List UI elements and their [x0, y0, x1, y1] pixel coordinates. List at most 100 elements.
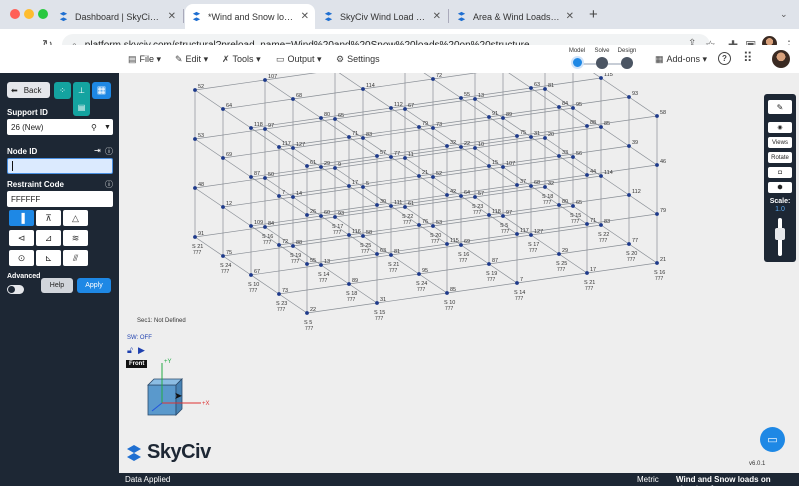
menu-addons[interactable]: ▦ Add-ons ▾ [655, 54, 707, 65]
node-point[interactable] [333, 117, 337, 121]
node-point[interactable] [459, 194, 463, 198]
frame-member[interactable] [432, 73, 503, 80]
node-point[interactable] [375, 301, 379, 305]
stage-design-button[interactable] [621, 57, 633, 69]
frame-member[interactable] [600, 126, 630, 147]
node-point[interactable] [277, 145, 281, 149]
node-point[interactable] [543, 87, 547, 91]
support-pinned-button[interactable]: ⊼ [36, 210, 61, 226]
node-point[interactable] [249, 175, 253, 179]
support-roller-y-button[interactable]: ⊿ [36, 230, 61, 246]
node-point[interactable] [543, 136, 547, 140]
frame-member[interactable] [628, 96, 658, 117]
select-node-icon[interactable]: ⇥ [94, 146, 101, 155]
apply-button[interactable]: Apply [77, 278, 111, 293]
node-point[interactable] [445, 242, 449, 246]
frame-member[interactable] [586, 262, 658, 274]
info-icon[interactable]: ⓘ [105, 179, 113, 190]
scale-slider-handle[interactable] [775, 228, 785, 240]
support-tool-node-button[interactable]: ⁘ [54, 82, 71, 99]
node-point[interactable] [459, 96, 463, 100]
user-avatar[interactable] [772, 50, 790, 68]
support-fixed-button[interactable]: ▐ [9, 210, 34, 226]
advanced-toggle[interactable] [7, 285, 24, 294]
node-point[interactable] [305, 262, 309, 266]
node-point[interactable] [557, 105, 561, 109]
node-point[interactable] [655, 212, 659, 216]
node-point[interactable] [585, 222, 589, 226]
frame-member[interactable] [446, 282, 518, 294]
node-point[interactable] [291, 244, 295, 248]
frame-member[interactable] [516, 272, 588, 284]
frame-member[interactable] [335, 73, 364, 90]
stage-solve-button[interactable] [596, 57, 608, 69]
node-point[interactable] [431, 175, 435, 179]
frame-member[interactable] [628, 194, 658, 215]
node-point[interactable] [221, 205, 225, 209]
node-point[interactable] [487, 115, 491, 119]
node-point[interactable] [305, 213, 309, 217]
structure-model-svg[interactable]: 5210756109601116468114721167611880112556… [119, 73, 799, 473]
node-point[interactable] [473, 97, 477, 101]
frame-member[interactable] [222, 108, 252, 129]
frame-member[interactable] [488, 253, 560, 265]
support-ground-button[interactable]: ⫻ [63, 250, 88, 266]
frame-member[interactable] [390, 244, 462, 256]
screenshot-button[interactable]: ◘ [768, 167, 792, 178]
support-roller-x-button[interactable]: ⊲ [9, 230, 34, 246]
node-point[interactable] [515, 281, 519, 285]
visibility-button[interactable]: ◉ [768, 122, 792, 133]
node-point[interactable] [417, 125, 421, 129]
support-id-select[interactable]: 26 (New) ⚲ ▼ [7, 119, 113, 135]
node-point[interactable] [333, 166, 337, 170]
node-point[interactable] [627, 193, 631, 197]
node-point[interactable] [277, 194, 281, 198]
node-point[interactable] [529, 135, 533, 139]
node-point[interactable] [347, 135, 351, 139]
node-point[interactable] [361, 234, 365, 238]
node-point[interactable] [585, 271, 589, 275]
node-point[interactable] [585, 173, 589, 177]
browser-tab-wind-load-generator[interactable]: SkyCiv Wind Load Generator | Sk ✕ [317, 4, 447, 29]
node-point[interactable] [515, 134, 519, 138]
node-point[interactable] [221, 156, 225, 160]
node-point[interactable] [361, 185, 365, 189]
node-point[interactable] [277, 243, 281, 247]
frame-member[interactable] [530, 175, 602, 187]
frame-member[interactable] [600, 175, 630, 196]
node-point[interactable] [193, 88, 197, 92]
node-point[interactable] [347, 233, 351, 237]
support-roller-button[interactable]: △ [63, 210, 88, 226]
model-canvas[interactable]: 5210756109601116468114721167611880112556… [119, 73, 799, 473]
node-point[interactable] [557, 154, 561, 158]
node-point[interactable] [403, 205, 407, 209]
frame-member[interactable] [530, 77, 602, 89]
node-point[interactable] [599, 76, 603, 80]
node-point[interactable] [347, 282, 351, 286]
node-point[interactable] [417, 223, 421, 227]
view-cube[interactable]: +Y +X [136, 353, 216, 423]
node-point[interactable] [585, 124, 589, 128]
node-point[interactable] [249, 273, 253, 277]
frame-member[interactable] [405, 73, 434, 80]
maximize-window-icon[interactable] [38, 9, 48, 19]
browser-tab-dashboard[interactable]: Dashboard | SkyCiv Platform ✕ [52, 4, 182, 29]
frame-member[interactable] [292, 88, 364, 100]
back-button[interactable]: ⬅ Back [7, 82, 50, 98]
help-icon[interactable]: ? [718, 52, 731, 65]
unlock-icon[interactable]: 🔓︎ [127, 345, 133, 356]
frame-member[interactable] [306, 302, 378, 314]
node-point[interactable] [599, 174, 603, 178]
frame-member[interactable] [320, 107, 392, 119]
node-point[interactable] [305, 311, 309, 315]
node-point[interactable] [515, 232, 519, 236]
frame-member[interactable] [460, 87, 532, 99]
node-point[interactable] [501, 116, 505, 120]
frame-member[interactable] [222, 206, 252, 227]
node-point[interactable] [501, 214, 505, 218]
node-point[interactable] [193, 137, 197, 141]
node-point[interactable] [655, 114, 659, 118]
frame-member[interactable] [600, 77, 630, 98]
node-point[interactable] [599, 223, 603, 227]
node-point[interactable] [361, 87, 365, 91]
